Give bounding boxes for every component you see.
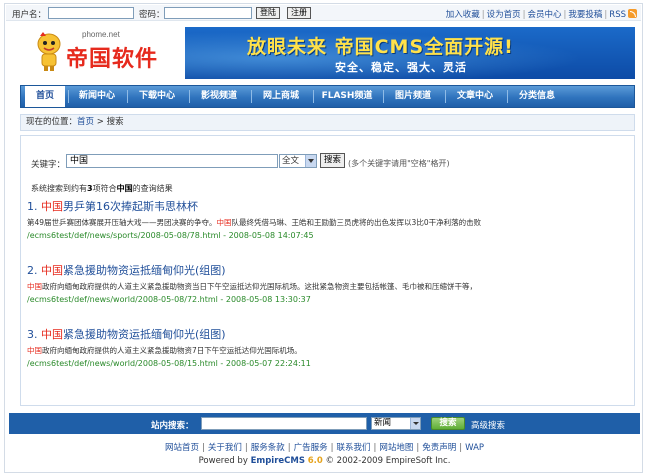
breadcrumb-separator: >	[96, 117, 104, 127]
brand-link[interactable]: EmpireCMS	[251, 456, 305, 466]
result-title-link[interactable]: 2. 中国紧急援助物资运抵缅甸仰光(组图)	[27, 262, 627, 278]
login-button[interactable]: 登陆	[256, 7, 280, 19]
rss-link[interactable]: RSS	[609, 10, 626, 20]
result-item: 2. 中国紧急援助物资运抵缅甸仰光(组图) 中国政府向缅甸政府提供的人道主义紧急…	[27, 262, 627, 304]
footer-links: 网站首页 | 关于我们 | 服务条款 | 广告服务 | 联系我们 | 网站地图 | 免责声明 | WAP	[164, 443, 485, 453]
footer-link-ads[interactable]: 广告服务	[294, 443, 328, 453]
result-summary: 系统搜索到约有3项符合中国的查询结果	[31, 184, 173, 193]
nav-item-download[interactable]: 下载中心	[128, 86, 186, 107]
nav-item-article[interactable]: 文章中心	[446, 86, 504, 107]
site-search-bar: 站内搜索： 新闻 搜索 高级搜索	[9, 413, 640, 434]
nav-item-photo[interactable]: 图片频道	[384, 86, 442, 107]
footer-link-wap[interactable]: WAP	[465, 443, 484, 453]
result-item: 1. 中国男乒第16次捧起斯韦思林杯 第49届世乒赛团体赛展开压轴大戏——男团决…	[27, 198, 627, 240]
keyword-label: 关键字：	[31, 160, 66, 170]
result-url: /ecms6test/def/news/sports/2008-05-08/78…	[27, 231, 314, 240]
logo-name: 帝国软件	[66, 47, 159, 72]
nav-item-news[interactable]: 新闻中心	[69, 86, 125, 107]
ad-banner[interactable]: 放眼未来 帝国CMS全面开源! 安全、稳定、强大、灵活	[185, 27, 635, 79]
chevron-down-icon[interactable]	[410, 418, 420, 429]
nav-item-classified[interactable]: 分类信息	[508, 86, 566, 107]
site-search-label: 站内搜索：	[151, 421, 194, 431]
submit-article-link[interactable]: 我要投稿	[568, 10, 602, 20]
footer-link-home[interactable]: 网站首页	[165, 443, 199, 453]
breadcrumb-home-link[interactable]: 首页	[77, 117, 94, 127]
scope-select-value: 全文	[282, 156, 300, 166]
breadcrumb-current: 搜索	[106, 117, 124, 127]
advanced-search-link[interactable]: 高级搜索	[471, 419, 505, 431]
main-nav: 首页 新闻中心 下载中心 影视频道 网上商城 FLASH频道 图片频道 文章中心…	[20, 85, 635, 108]
footer-link-terms[interactable]: 服务条款	[251, 443, 285, 453]
result-title-link[interactable]: 1. 中国男乒第16次捧起斯韦思林杯	[27, 198, 627, 214]
search-button[interactable]: 搜索	[320, 153, 346, 168]
member-center-link[interactable]: 会员中心	[528, 10, 562, 20]
password-input[interactable]	[164, 7, 252, 19]
summary-keyword: 中国	[116, 184, 133, 193]
nav-item-flash[interactable]: FLASH频道	[314, 86, 380, 107]
login-bar: 用户名： 密码： 登陆 注册 加入收藏 | 设为首页 | 会员中心 | 我要投稿 | RSS	[6, 5, 641, 21]
password-label: 密码：	[139, 10, 165, 20]
footer-link-sitemap[interactable]: 网站地图	[379, 443, 413, 453]
page-frame: 用户名： 密码： 登陆 注册 加入收藏 | 设为首页 | 会员中心 | 我要投稿 | RSS p…	[4, 3, 643, 473]
scope-select[interactable]: 全文	[279, 154, 317, 168]
breadcrumb-prefix: 现在的位置：	[26, 117, 78, 127]
keyword-input[interactable]: 中国	[66, 154, 278, 168]
username-label: 用户名：	[12, 10, 47, 20]
result-description: 中国政府向缅甸政府提供的人道主义紧急援助物资当日下午空运抵达仰光国际机场。这批紧…	[27, 282, 477, 291]
site-search-scope-select[interactable]: 新闻	[371, 417, 421, 430]
site-search-button[interactable]: 搜索	[431, 417, 465, 430]
add-favorite-link[interactable]: 加入收藏	[446, 10, 480, 20]
result-description: 第49届世乒赛团体赛展开压轴大戏——男团决赛的争夺。中国队最终凭借马琳、王皓和王…	[27, 218, 482, 227]
nav-item-shop[interactable]: 网上商城	[252, 86, 310, 107]
footer-link-about[interactable]: 关于我们	[208, 443, 242, 453]
username-input[interactable]	[48, 7, 134, 19]
mascot-icon	[37, 32, 61, 71]
chevron-down-icon[interactable]	[305, 155, 316, 167]
keyword-hint: (多个关键字请用"空格"格开)	[348, 159, 450, 168]
result-url: /ecms6test/def/news/world/2008-05-08/72.…	[27, 295, 311, 304]
copyright: Powered by EmpireCMS 6.0 © 2002-2009 Emp…	[198, 456, 451, 466]
top-links: 加入收藏 | 设为首页 | 会员中心 | 我要投稿 | RSS	[446, 8, 637, 20]
nav-item-home[interactable]: 首页	[25, 86, 65, 107]
banner-title: 放眼未来 帝国CMS全面开源!	[247, 36, 514, 58]
breadcrumb: 现在的位置：首页 > 搜索	[20, 114, 635, 131]
result-title-link[interactable]: 3. 中国紧急援助物资运抵缅甸仰光(组图)	[27, 326, 627, 342]
register-button[interactable]: 注册	[287, 7, 311, 19]
footer-link-contact[interactable]: 联系我们	[337, 443, 371, 453]
search-results-panel: 关键字： 中国 全文 搜索 (多个关键字请用"空格"格开) 系统搜索到约有3项符…	[20, 135, 635, 406]
footer-link-disclaimer[interactable]: 免责声明	[422, 443, 456, 453]
nav-item-video[interactable]: 影视频道	[190, 86, 248, 107]
result-url: /ecms6test/def/news/world/2008-05-08/15.…	[27, 359, 311, 368]
set-homepage-link[interactable]: 设为首页	[487, 10, 521, 20]
banner-subtitle: 安全、稳定、强大、灵活	[335, 61, 467, 74]
rss-icon[interactable]	[628, 9, 637, 18]
site-search-input[interactable]	[201, 417, 367, 430]
site-logo[interactable]: phome.net 帝国软件	[30, 26, 170, 82]
logo-url-text: phome.net	[82, 30, 120, 39]
result-description: 中国政府向缅甸政府提供的人道主义紧急援助物资7日下午空运抵达仰光国际机场。	[27, 346, 302, 355]
result-item: 3. 中国紧急援助物资运抵缅甸仰光(组图) 中国政府向缅甸政府提供的人道主义紧急…	[27, 326, 627, 368]
